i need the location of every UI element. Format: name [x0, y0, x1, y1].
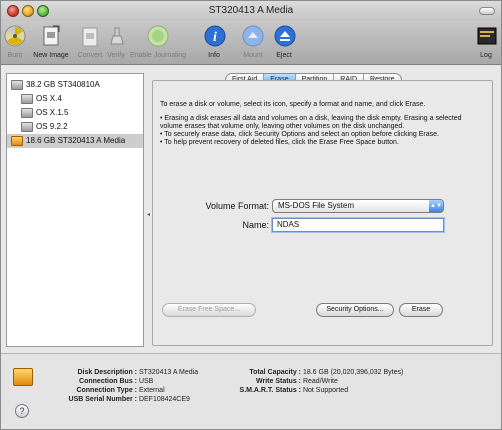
new-image-icon	[43, 25, 60, 46]
eject-button[interactable]: Eject	[273, 24, 296, 59]
new-image-label: New Image	[33, 52, 69, 59]
volume-icon	[21, 108, 33, 118]
volume-item-osx4[interactable]: OS X.4	[7, 92, 143, 106]
help-button[interactable]: ?	[15, 404, 29, 418]
volume-format-label: Volume Format:	[205, 201, 269, 211]
write-status-row: Write Status : Read/Write	[223, 377, 338, 386]
info-label: Info	[208, 52, 220, 59]
convert-icon	[82, 27, 98, 47]
erase-bullet: • Erasing a disk erases all data and vol…	[160, 115, 462, 130]
splitter-handle[interactable]: ◂	[147, 211, 150, 218]
disk-item-label: 18.6 GB ST320413 A Media	[26, 136, 126, 145]
mount-button[interactable]: Mount	[241, 24, 265, 59]
convert-button[interactable]: Convert	[77, 24, 103, 59]
enable-journaling-icon	[147, 25, 169, 47]
popup-arrows-icon: ▲▼	[429, 200, 443, 212]
verify-icon	[110, 27, 124, 45]
connection-type-value: External	[138, 387, 165, 394]
volume-icon	[21, 94, 33, 104]
smart-status-label: S.M.A.R.T. Status :	[239, 387, 301, 394]
volume-item-label: OS X.4	[36, 94, 62, 103]
connection-bus-value: USB	[138, 378, 154, 385]
disk-item-st320413[interactable]: 18.6 GB ST320413 A Media	[7, 134, 143, 148]
window-title: ST320413 A Media	[208, 5, 294, 16]
smart-status-value: Not Supported	[302, 387, 349, 394]
total-capacity-label: Total Capacity :	[249, 369, 301, 376]
disk-item-label: 38.2 GB ST340810A	[26, 80, 100, 89]
connection-type-row: Connection Type : External	[39, 386, 165, 395]
disk-description-value: ST320413 A Media	[138, 369, 199, 376]
enable-journaling-label: Enable Journaling	[129, 52, 187, 59]
convert-label: Convert	[77, 52, 103, 59]
log-icon	[477, 27, 497, 45]
volume-item-os922[interactable]: OS 9.2.2	[7, 120, 143, 134]
volume-item-label: OS 9.2.2	[36, 122, 68, 131]
smart-status-row: S.M.A.R.T. Status : Not Supported	[223, 386, 349, 395]
erase-intro-text: To erase a disk or volume, select its ic…	[160, 101, 426, 108]
volume-format-value: MS-DOS File System	[278, 201, 355, 210]
title-bar[interactable]: ST320413 A Media	[1, 1, 501, 21]
toolbar: Burn New Image Convert Verify Enable Jou…	[1, 21, 501, 65]
disk-list[interactable]: 38.2 GB ST340810A OS X.4 OS X.1.5 OS 9.2…	[6, 73, 144, 347]
erase-bullet: • To help prevent recovery of deleted fi…	[160, 139, 399, 146]
erase-button[interactable]: Erase	[399, 303, 443, 317]
usb-serial-value: DEF108424CE9	[138, 396, 190, 403]
eject-label: Eject	[276, 52, 292, 59]
write-status-value: Read/Write	[302, 378, 338, 385]
name-label: Name:	[242, 220, 269, 230]
svg-text:i: i	[213, 30, 217, 45]
volume-item-label: OS X.1.5	[36, 108, 69, 117]
external-disk-icon	[13, 368, 33, 386]
connection-bus-row: Connection Bus : USB	[39, 377, 153, 386]
toolbar-toggle-button[interactable]	[479, 7, 495, 15]
security-options-button[interactable]: Security Options...	[316, 303, 394, 317]
name-field[interactable]: NDAS	[272, 218, 444, 232]
usb-serial-label: USB Serial Number :	[68, 396, 137, 403]
hard-disk-icon	[11, 80, 23, 90]
info-icon: i	[204, 25, 226, 47]
disk-utility-window: ST320413 A Media Burn New Image Convert …	[0, 0, 502, 430]
volume-item-osx15[interactable]: OS X.1.5	[7, 106, 143, 120]
disk-description-row: Disk Description : ST320413 A Media	[39, 368, 198, 377]
erase-bullet: • To securely erase data, click Security…	[160, 131, 439, 138]
enable-journaling-button[interactable]: Enable Journaling	[129, 24, 187, 59]
erase-free-space-button[interactable]: Erase Free Space...	[162, 303, 256, 317]
log-label: Log	[480, 52, 492, 59]
volume-icon	[21, 122, 33, 132]
disk-description-label: Disk Description :	[77, 369, 137, 376]
total-capacity-value: 18.6 GB (20,020,396,032 Bytes)	[302, 369, 404, 376]
write-status-label: Write Status :	[256, 378, 301, 385]
burn-button[interactable]: Burn	[3, 24, 27, 59]
mount-label: Mount	[243, 52, 263, 59]
external-disk-icon	[11, 136, 23, 146]
mount-icon	[242, 25, 264, 47]
new-image-button[interactable]: New Image	[29, 24, 73, 59]
burn-icon	[4, 25, 26, 47]
verify-button[interactable]: Verify	[105, 24, 127, 59]
connection-type-label: Connection Type :	[76, 387, 137, 394]
erase-instructions: • Erasing a disk erases all data and vol…	[160, 115, 486, 147]
eject-icon	[274, 25, 296, 47]
total-capacity-row: Total Capacity : 18.6 GB (20,020,396,032…	[223, 368, 403, 377]
volume-format-select[interactable]: MS-DOS File System ▲▼	[272, 199, 444, 213]
burn-label: Burn	[7, 52, 23, 59]
disk-info-panel: ? Disk Description : ST320413 A Media Co…	[1, 353, 501, 429]
info-button[interactable]: i Info	[203, 24, 226, 59]
verify-label: Verify	[107, 52, 125, 59]
usb-serial-row: USB Serial Number : DEF108424CE9	[39, 395, 190, 404]
log-button[interactable]: Log	[475, 24, 497, 59]
disk-item-st340810a[interactable]: 38.2 GB ST340810A	[7, 78, 143, 92]
connection-bus-label: Connection Bus :	[79, 378, 137, 385]
